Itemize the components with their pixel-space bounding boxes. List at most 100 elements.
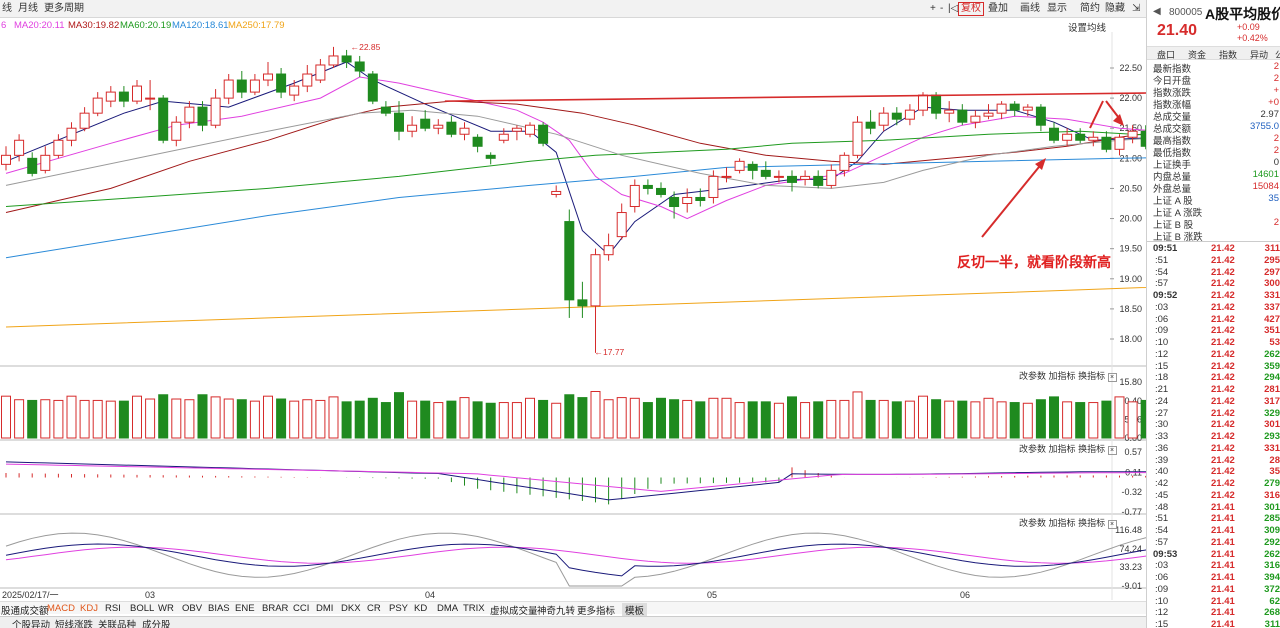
- indicator-tab[interactable]: 股通成交额: [1, 603, 49, 617]
- status-tab-stock-alert[interactable]: 个股异动: [12, 617, 50, 628]
- candle-body: [27, 157, 38, 174]
- macd-add-indicator-button[interactable]: 加指标: [1049, 444, 1076, 454]
- candle-body: [1049, 127, 1059, 141]
- ma-line-ma20: [5, 76, 1146, 220]
- indicator-tab[interactable]: DMI: [316, 603, 333, 614]
- tick-price: 21.42: [1211, 489, 1235, 501]
- tick-volume: 311: [1264, 619, 1280, 628]
- candle-body: [551, 190, 562, 195]
- volume-bar: [420, 400, 431, 439]
- close-icon[interactable]: ×: [1107, 520, 1117, 529]
- volume-bar: [289, 400, 300, 439]
- indicator-tab[interactable]: DMA: [437, 603, 458, 614]
- volume-bar: [1101, 400, 1112, 439]
- tick-time: :06: [1155, 572, 1169, 583]
- volume-bar: [577, 397, 588, 439]
- macd-edit-params-button[interactable]: 改参数: [1019, 444, 1046, 454]
- volume-add-indicator-button[interactable]: 加指标: [1049, 371, 1076, 381]
- indicator-tab[interactable]: 神奇九转: [537, 603, 575, 617]
- tab-funds[interactable]: 资金: [1188, 48, 1206, 61]
- candle-body: [721, 175, 732, 178]
- kdj-edit-params-button[interactable]: 改参数: [1019, 518, 1046, 528]
- tick-time: :15: [1155, 619, 1169, 628]
- price-axis-label: 22.00: [1119, 93, 1142, 103]
- volume-bar: [734, 402, 745, 439]
- indicator-tab[interactable]: CR: [367, 603, 381, 614]
- tick-time: :30: [1155, 419, 1169, 431]
- candle-body: [511, 127, 522, 132]
- candle-body: [852, 121, 863, 156]
- tick-row: :06 21.42 427: [1147, 314, 1280, 326]
- volume-bar: [682, 399, 693, 439]
- indicator-tab[interactable]: BRAR: [262, 603, 288, 614]
- tab-index[interactable]: 指数: [1219, 48, 1237, 61]
- tab-alerts[interactable]: 异动: [1250, 48, 1268, 61]
- status-tab-components[interactable]: 成分股: [142, 617, 171, 628]
- trendline-resistance: [444, 92, 1146, 102]
- tick-row: :51 21.41 285: [1147, 513, 1280, 525]
- candle-body: [760, 169, 771, 177]
- indicator-tab[interactable]: BIAS: [208, 603, 230, 614]
- status-tab-related[interactable]: 关联品种: [98, 617, 136, 628]
- volume-panel-tools: 改参数 加指标 换指标 ×: [1019, 369, 1117, 382]
- candle-body: [669, 196, 680, 208]
- indicator-tab[interactable]: ENE: [235, 603, 255, 614]
- tick-time: :40: [1155, 466, 1169, 478]
- candle-body: [171, 121, 182, 141]
- indicator-tab[interactable]: KD: [414, 603, 427, 614]
- indicator-tab[interactable]: OBV: [182, 603, 202, 614]
- tick-time: :09: [1155, 583, 1169, 595]
- volume-bar: [669, 399, 680, 439]
- kdj-add-indicator-button[interactable]: 加指标: [1049, 518, 1076, 528]
- close-icon[interactable]: ×: [1107, 446, 1117, 455]
- back-arrow-icon[interactable]: ◀: [1153, 6, 1161, 17]
- tick-time: :51: [1155, 254, 1169, 266]
- candle-body: [498, 133, 509, 141]
- candle-body: [79, 112, 90, 129]
- tick-row: :51 21.42 295: [1147, 255, 1280, 267]
- indicator-tab[interactable]: CCI: [293, 603, 309, 614]
- kline-chart[interactable]: 22.5022.0021.5021.0020.5020.0019.5019.00…: [0, 0, 1146, 600]
- status-bar: 个股异动 短线涨跌 关联品种 成分股: [0, 616, 1146, 628]
- indicator-tab[interactable]: PSY: [389, 603, 408, 614]
- indicator-tab[interactable]: TRIX: [463, 603, 485, 614]
- volume-bar: [328, 396, 339, 439]
- volume-switch-indicator-button[interactable]: 换指标: [1078, 371, 1105, 381]
- candle-body: [249, 79, 260, 93]
- tab-order-book[interactable]: 盘口: [1157, 48, 1175, 61]
- indicator-tab[interactable]: WR: [158, 603, 174, 614]
- indicator-tab[interactable]: 虚拟成交量: [490, 603, 538, 617]
- macd-switch-indicator-button[interactable]: 换指标: [1078, 444, 1105, 454]
- volume-bar: [852, 391, 863, 439]
- volume-bar: [236, 399, 247, 439]
- indicator-tab[interactable]: KDJ: [80, 603, 98, 614]
- indicator-tab[interactable]: 模板: [622, 603, 648, 617]
- indicator-tab[interactable]: 更多指标: [577, 603, 615, 617]
- tick-row: :09 21.41 372: [1147, 584, 1280, 596]
- volume-bar: [79, 399, 90, 439]
- volume-bar: [616, 397, 627, 439]
- tick-price: 21.42: [1211, 419, 1235, 431]
- status-tab-short-change[interactable]: 短线涨跌: [55, 617, 93, 628]
- indicator-tab[interactable]: MACD: [47, 603, 75, 614]
- candle-body: [236, 79, 247, 93]
- volume-bar: [118, 400, 129, 439]
- tab-announcements[interactable]: 公: [1275, 48, 1280, 61]
- indicator-tab[interactable]: DKX: [341, 603, 361, 614]
- tick-time: :12: [1155, 607, 1169, 619]
- close-icon[interactable]: ×: [1107, 373, 1117, 382]
- indicator-tab[interactable]: RSI: [105, 603, 121, 614]
- volume-bar: [1049, 396, 1059, 439]
- tick-row: :18 21.42 294: [1147, 372, 1280, 384]
- kdj-switch-indicator-button[interactable]: 换指标: [1078, 518, 1105, 528]
- volume-bar: [276, 398, 287, 439]
- annotation-arrow: [981, 161, 1044, 238]
- indicator-tab[interactable]: BOLL: [130, 603, 154, 614]
- volume-edit-params-button[interactable]: 改参数: [1019, 371, 1046, 381]
- candle-body: [800, 175, 811, 180]
- tick-volume: 316: [1264, 560, 1280, 572]
- tick-volume: 301: [1264, 501, 1280, 513]
- tick-volume: 331: [1264, 290, 1280, 301]
- volume-bar: [511, 402, 522, 439]
- tick-row: :12 21.42 262: [1147, 349, 1280, 361]
